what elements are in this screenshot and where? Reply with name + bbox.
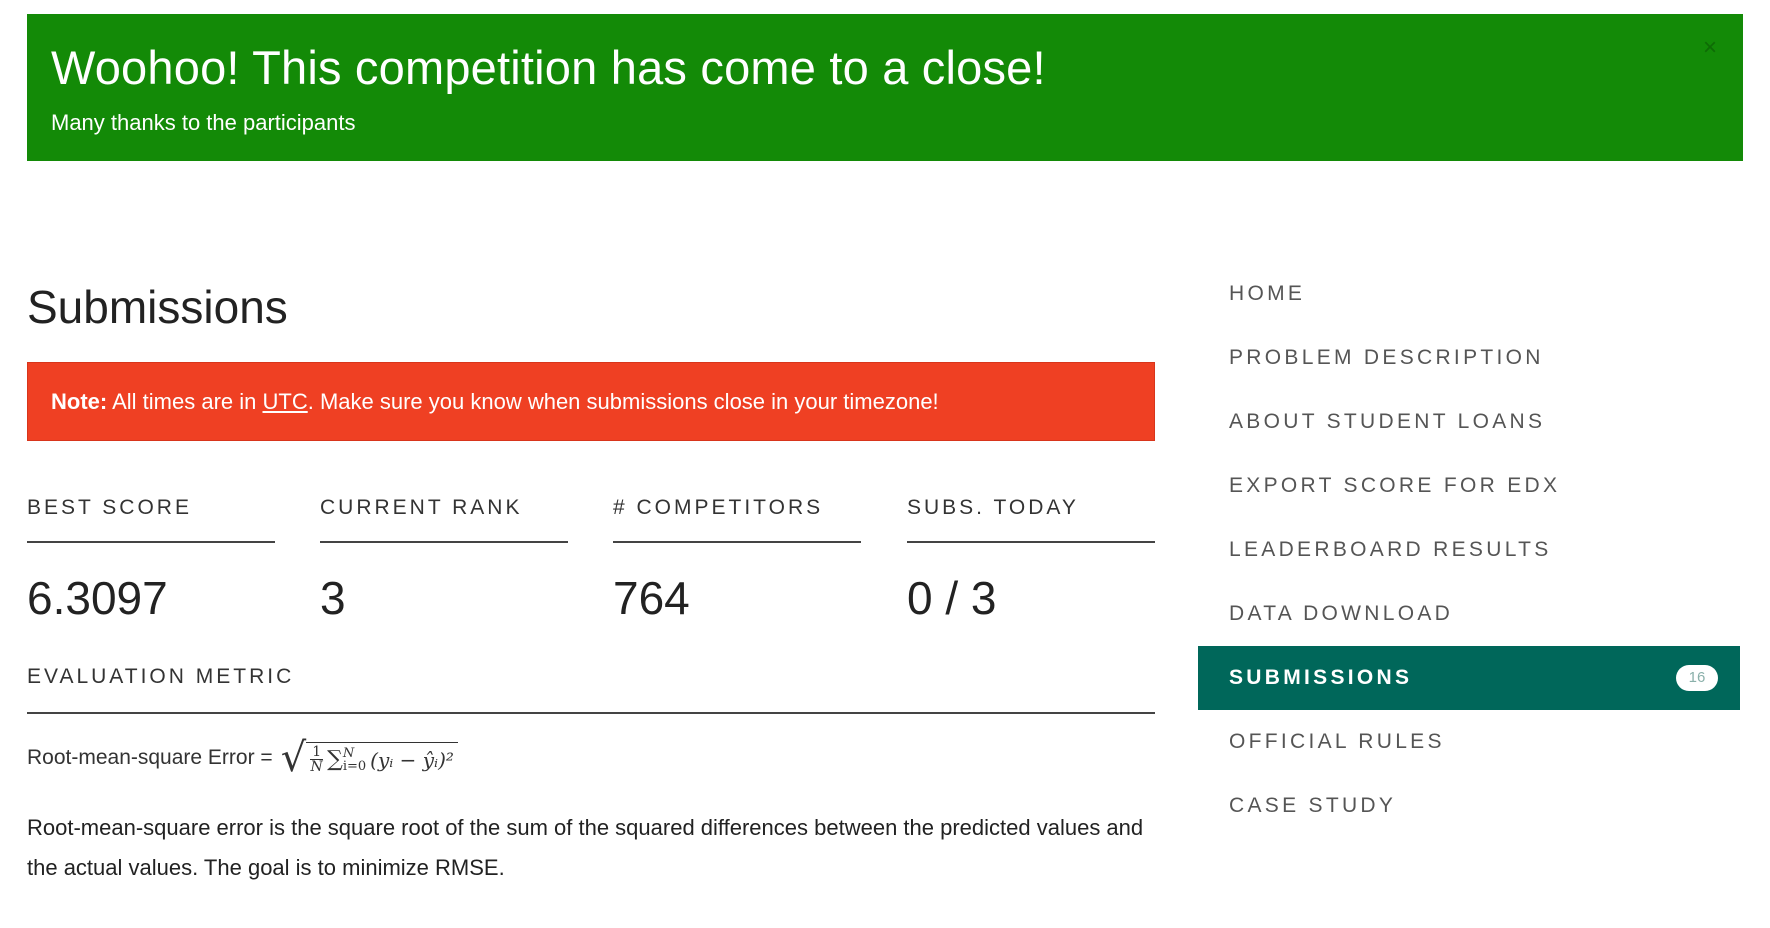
evaluation-metric-heading: EVALUATION METRIC <box>27 662 1155 714</box>
nav-item-label: SUBMISSIONS <box>1229 666 1413 689</box>
stat-competitors: # COMPETITORS 764 <box>613 494 861 625</box>
fraction-denominator: N <box>310 759 323 775</box>
rmse-formula: Root-mean-square Error = √ 1 N ∑ N i=0 (… <box>27 738 458 778</box>
stat-label: CURRENT RANK <box>320 494 568 543</box>
sum-limits: N i=0 <box>343 747 366 773</box>
page-title: Submissions <box>27 281 288 333</box>
note-label: Note: <box>51 389 108 414</box>
stat-subs-today: SUBS. TODAY 0 / 3 <box>907 494 1155 625</box>
sidebar-nav: HOME PROBLEM DESCRIPTION ABOUT STUDENT L… <box>1198 262 1740 838</box>
stat-current-rank: CURRENT RANK 3 <box>320 494 568 625</box>
note-text-after: . Make sure you know when submissions cl… <box>307 389 939 414</box>
timezone-note: Note: All times are in UTC. Make sure yo… <box>27 362 1155 441</box>
nav-item-problem-description[interactable]: PROBLEM DESCRIPTION <box>1198 326 1740 390</box>
sum-symbol: ∑ <box>327 747 343 772</box>
formula-math: √ 1 N ∑ N i=0 (yᵢ − ŷᵢ)² <box>281 738 458 778</box>
nav-item-case-study[interactable]: CASE STUDY <box>1198 774 1740 838</box>
nav-item-data-download[interactable]: DATA DOWNLOAD <box>1198 582 1740 646</box>
note-text-before: All times are in <box>107 389 263 414</box>
competition-closed-banner: Woohoo! This competition has come to a c… <box>27 14 1743 161</box>
metric-description: Root-mean-square error is the square roo… <box>27 815 1144 880</box>
nav-item-export-score[interactable]: EXPORT SCORE FOR EDX <box>1198 454 1740 518</box>
nav-item-leaderboard-results[interactable]: LEADERBOARD RESULTS <box>1198 518 1740 582</box>
nav-item-home[interactable]: HOME <box>1198 262 1740 326</box>
stat-best-score: BEST SCORE 6.3097 <box>27 494 275 625</box>
submission-count-badge: 16 <box>1676 665 1718 691</box>
sum-lower: i=0 <box>342 758 367 774</box>
nav-item-official-rules[interactable]: OFFICIAL RULES <box>1198 710 1740 774</box>
sqrt-symbol: √ <box>280 735 307 781</box>
formula-radicand: 1 N ∑ N i=0 (yᵢ − ŷᵢ)² <box>306 742 458 774</box>
sum-upper: N <box>342 745 355 761</box>
stat-label: # COMPETITORS <box>613 494 861 543</box>
stat-value: 6.3097 <box>27 572 168 624</box>
formula-fraction: 1 N <box>310 744 324 775</box>
fraction-numerator: 1 <box>310 744 324 760</box>
banner-subtitle: Many thanks to the participants <box>51 110 356 135</box>
stat-label: BEST SCORE <box>27 494 275 543</box>
formula-prefix: Root-mean-square Error = <box>27 746 273 769</box>
stat-label: SUBS. TODAY <box>907 494 1155 543</box>
stat-value: 0 / 3 <box>907 572 997 624</box>
close-icon[interactable]: × <box>1703 36 1717 60</box>
nav-item-submissions[interactable]: SUBMISSIONS 16 <box>1198 646 1740 710</box>
banner-title: Woohoo! This competition has come to a c… <box>51 41 1046 94</box>
stat-value: 764 <box>613 572 690 624</box>
formula-body: (yᵢ − ŷᵢ)² <box>370 747 454 772</box>
nav-item-about-student-loans[interactable]: ABOUT STUDENT LOANS <box>1198 390 1740 454</box>
utc-link[interactable]: UTC <box>263 389 308 414</box>
stat-value: 3 <box>320 572 346 624</box>
